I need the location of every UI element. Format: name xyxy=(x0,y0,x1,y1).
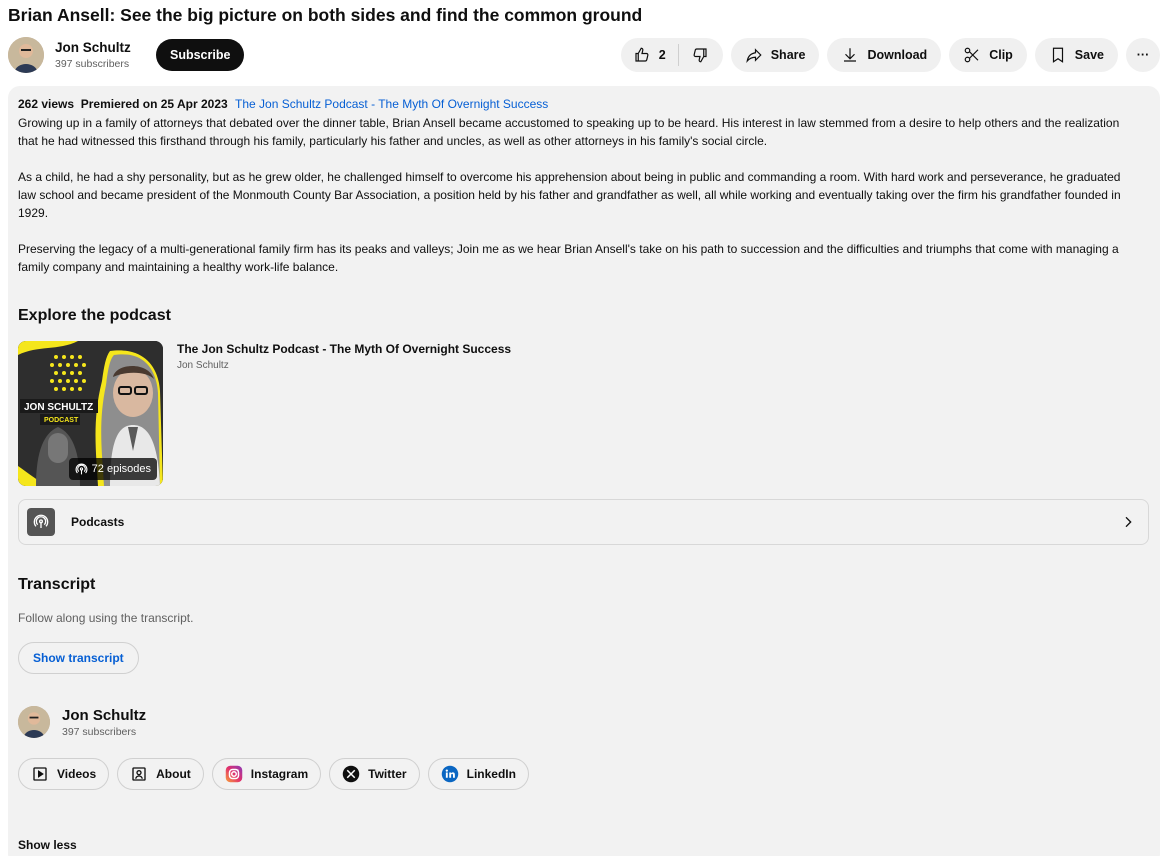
chevron-right-icon xyxy=(1125,516,1132,528)
description-panel[interactable]: 262 views Premiered on 25 Apr 2023 The J… xyxy=(8,86,1160,856)
playlist-link[interactable]: The Jon Schultz Podcast - The Myth Of Ov… xyxy=(235,97,548,111)
videos-link-button[interactable]: Videos xyxy=(18,758,110,790)
share-icon xyxy=(746,48,762,64)
like-button[interactable]: 2 xyxy=(621,38,678,72)
thumbs-up-icon xyxy=(635,47,649,62)
show-less-button[interactable]: Show less xyxy=(18,838,77,852)
podcast-thumbnail[interactable]: JON SCHULTZ PODCAST 72 episodes xyxy=(18,341,163,486)
cover-subtitle-text: PODCAST xyxy=(44,417,79,424)
podcast-card-author[interactable]: Jon Schultz xyxy=(177,360,229,371)
description-paragraph: Growing up in a family of attorneys that… xyxy=(18,116,1120,148)
channel-name[interactable]: Jon Schultz xyxy=(55,41,131,55)
podcasts-icon xyxy=(27,508,55,536)
save-button[interactable]: Save xyxy=(1034,38,1118,72)
linkedin-link-button[interactable]: LinkedIn xyxy=(427,758,529,790)
save-label: Save xyxy=(1074,48,1104,62)
about-link-label: About xyxy=(156,767,191,781)
instagram-link-label: Instagram xyxy=(250,767,309,781)
description-meta: 262 views Premiered on 25 Apr 2023 The J… xyxy=(18,97,548,111)
like-dislike-group: 2 xyxy=(620,38,723,72)
podcast-icon xyxy=(75,463,88,474)
episode-count-badge: 72 episodes xyxy=(68,458,157,480)
play-box-icon xyxy=(31,765,49,783)
channel-footer-owner: Jon Schultz 397 subscribers xyxy=(18,706,146,738)
instagram-link-button[interactable]: Instagram xyxy=(211,758,322,790)
channel-owner: Jon Schultz 397 subscribers xyxy=(8,37,131,73)
scissors-icon xyxy=(964,47,979,63)
channel-avatar[interactable] xyxy=(8,37,44,73)
channel-subscriber-count: 397 subscribers xyxy=(55,57,130,70)
person-box-icon xyxy=(130,765,148,783)
channel-links: Videos About Instagram Twitter LinkedIn xyxy=(18,758,529,790)
bookmark-icon xyxy=(1052,47,1063,63)
podcast-card-title[interactable]: The Jon Schultz Podcast - The Myth Of Ov… xyxy=(177,342,511,356)
about-link-button[interactable]: About xyxy=(117,758,204,790)
action-bar: 2 Share Download Clip Save ··· xyxy=(620,38,1160,72)
channel-footer-subscriber-count: 397 subscribers xyxy=(62,725,137,738)
transcript-heading: Transcript xyxy=(18,576,96,593)
share-label: Share xyxy=(770,48,806,62)
premiere-date: Premiered on 25 Apr 2023 xyxy=(80,97,228,111)
description-paragraph: Preserving the legacy of a multi-generat… xyxy=(18,242,1119,274)
description-paragraph: As a child, he had a shy personality, bu… xyxy=(18,170,1121,220)
more-actions-button[interactable]: ··· xyxy=(1126,38,1160,72)
twitter-link-button[interactable]: Twitter xyxy=(329,758,420,790)
twitter-link-label: Twitter xyxy=(368,767,407,781)
linkedin-link-label: LinkedIn xyxy=(466,767,516,781)
dislike-button[interactable] xyxy=(679,38,723,72)
view-count: 262 views xyxy=(18,97,75,111)
linkedin-icon xyxy=(441,765,459,783)
channel-footer-avatar[interactable] xyxy=(18,706,50,738)
episode-count: 72 episodes xyxy=(91,463,151,475)
video-title: Brian Ansell: See the big picture on bot… xyxy=(8,5,643,25)
explore-podcast-heading: Explore the podcast xyxy=(18,307,171,324)
clip-label: Clip xyxy=(989,48,1013,62)
like-count: 2 xyxy=(658,48,666,62)
download-button[interactable]: Download xyxy=(827,38,942,72)
channel-footer-name[interactable]: Jon Schultz xyxy=(62,707,146,724)
show-transcript-button[interactable]: Show transcript xyxy=(18,642,139,674)
more-horizontal-icon: ··· xyxy=(1136,48,1150,62)
instagram-icon xyxy=(225,765,243,783)
cover-title-text: JON SCHULTZ xyxy=(24,402,93,413)
clip-button[interactable]: Clip xyxy=(949,38,1027,72)
x-twitter-icon xyxy=(342,765,360,783)
download-label: Download xyxy=(867,48,928,62)
share-button[interactable]: Share xyxy=(730,38,820,72)
videos-link-label: Videos xyxy=(57,767,97,781)
podcasts-row[interactable]: Podcasts xyxy=(18,499,1149,545)
thumbs-down-icon xyxy=(693,48,707,63)
podcasts-label: Podcasts xyxy=(71,515,125,529)
transcript-note: Follow along using the transcript. xyxy=(18,611,194,625)
download-icon xyxy=(844,48,857,62)
subscribe-button[interactable]: Subscribe xyxy=(156,39,245,71)
